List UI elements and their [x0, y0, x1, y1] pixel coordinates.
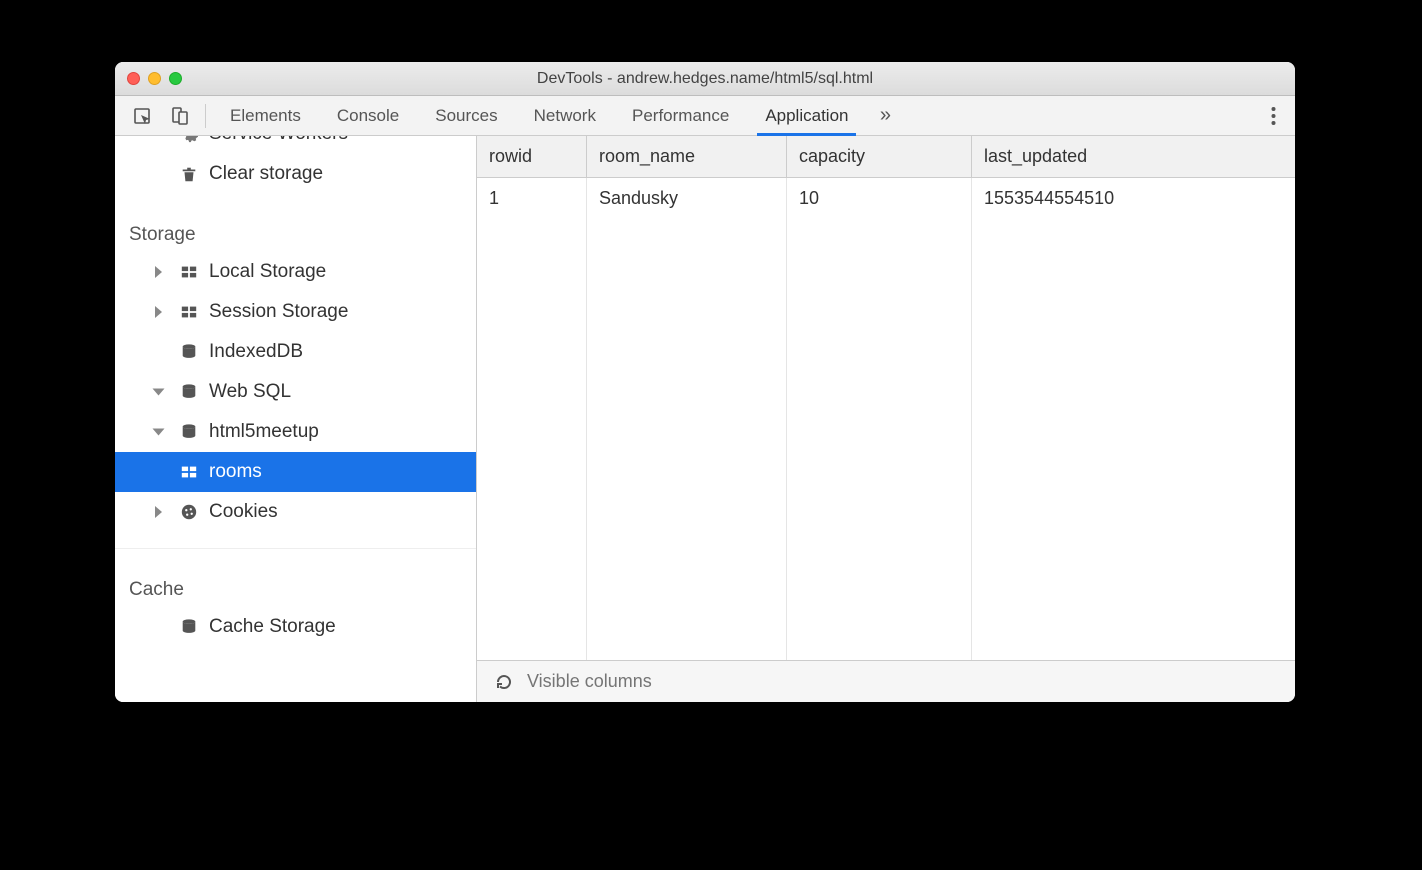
window-title: DevTools - andrew.hedges.name/html5/sql.… — [127, 70, 1283, 88]
table-header: rowid room_name capacity last_updated — [477, 136, 1295, 178]
grid-icon — [179, 302, 199, 322]
chevron-down-icon — [153, 429, 165, 436]
cell-value: 1553544554510 — [984, 188, 1114, 208]
tab-label: Elements — [230, 106, 301, 126]
sidebar-item-label: html5meetup — [209, 421, 319, 443]
visible-columns-input[interactable] — [527, 668, 1279, 696]
grid-icon — [179, 262, 199, 282]
tab-label: Sources — [435, 106, 497, 126]
column-header-last-updated[interactable]: last_updated — [972, 136, 1295, 177]
column-header-rowid[interactable]: rowid — [477, 136, 587, 177]
traffic-lights — [127, 72, 182, 85]
sidebar-item-label: Cache Storage — [209, 616, 336, 638]
tabstrip: Elements Console Sources Network Perform… — [115, 96, 1295, 136]
sidebar-section-cache: Cache — [115, 548, 476, 607]
refresh-icon[interactable] — [493, 671, 515, 693]
table-body: 1 Sandusky 10 1553544554510 — [477, 178, 1295, 660]
column-header-label: last_updated — [984, 146, 1087, 167]
column-header-label: rowid — [489, 146, 532, 167]
sidebar-item-cache-storage[interactable]: Cache Storage — [115, 607, 476, 647]
tab-sources[interactable]: Sources — [417, 96, 515, 135]
kebab-icon[interactable] — [1259, 106, 1287, 126]
cell-value: 1 — [489, 188, 499, 208]
tab-network[interactable]: Network — [516, 96, 614, 135]
table-cell[interactable]: 10 — [787, 178, 972, 660]
devtools-window: DevTools - andrew.hedges.name/html5/sql.… — [115, 62, 1295, 702]
toolbar-divider — [205, 104, 206, 128]
window-body: Service Workers Clear storage Storage Lo… — [115, 136, 1295, 702]
chevron-down-icon — [153, 389, 165, 396]
cookie-icon — [179, 502, 199, 522]
sidebar-item-database[interactable]: html5meetup — [115, 412, 476, 452]
grid-icon — [179, 462, 199, 482]
inspect-icon[interactable] — [127, 101, 157, 131]
sidebar-item-label: Cookies — [209, 501, 278, 523]
gear-icon — [179, 136, 199, 144]
column-header-label: room_name — [599, 146, 695, 167]
sidebar: Service Workers Clear storage Storage Lo… — [115, 136, 477, 702]
tab-label: Application — [765, 106, 848, 126]
footer-toolbar — [477, 660, 1295, 702]
sidebar-item-session-storage[interactable]: Session Storage — [115, 292, 476, 332]
titlebar[interactable]: DevTools - andrew.hedges.name/html5/sql.… — [115, 62, 1295, 96]
sidebar-section-storage: Storage — [115, 194, 476, 252]
sidebar-item-label: Clear storage — [209, 163, 323, 185]
tab-elements[interactable]: Elements — [212, 96, 319, 135]
chevron-right-icon — [155, 306, 162, 318]
sidebar-item-label: Local Storage — [209, 261, 326, 283]
column-header-room-name[interactable]: room_name — [587, 136, 787, 177]
tab-label: Console — [337, 106, 399, 126]
tab-label: Network — [534, 106, 596, 126]
cell-value: Sandusky — [599, 188, 678, 208]
tab-performance[interactable]: Performance — [614, 96, 747, 135]
sidebar-item-web-sql[interactable]: Web SQL — [115, 372, 476, 412]
chevron-right-icon — [155, 506, 162, 518]
zoom-icon[interactable] — [169, 72, 182, 85]
database-icon — [179, 422, 199, 442]
database-icon — [179, 382, 199, 402]
minimize-icon[interactable] — [148, 72, 161, 85]
sidebar-item-label: rooms — [209, 461, 262, 483]
trash-icon — [179, 164, 199, 184]
main-panel: rowid room_name capacity last_updated 1 … — [477, 136, 1295, 702]
sidebar-tree: Service Workers Clear storage Storage Lo… — [115, 136, 476, 647]
table-cell[interactable]: 1 — [477, 178, 587, 660]
more-tabs-icon[interactable]: » — [870, 101, 900, 131]
sidebar-item-label: Web SQL — [209, 381, 291, 403]
sidebar-item-label: Service Workers — [209, 136, 348, 145]
chevron-right-icon — [155, 266, 162, 278]
sidebar-item-label: IndexedDB — [209, 341, 303, 363]
column-header-label: capacity — [799, 146, 865, 167]
sidebar-item-service-workers[interactable]: Service Workers — [115, 136, 476, 154]
sidebar-item-clear-storage[interactable]: Clear storage — [115, 154, 476, 194]
close-icon[interactable] — [127, 72, 140, 85]
sidebar-item-label: Session Storage — [209, 301, 348, 323]
sidebar-item-local-storage[interactable]: Local Storage — [115, 252, 476, 292]
tab-label: Performance — [632, 106, 729, 126]
sidebar-item-indexeddb[interactable]: IndexedDB — [115, 332, 476, 372]
column-header-capacity[interactable]: capacity — [787, 136, 972, 177]
table-cell[interactable]: Sandusky — [587, 178, 787, 660]
device-icon[interactable] — [165, 101, 195, 131]
table-cell[interactable]: 1553544554510 — [972, 178, 1295, 660]
database-icon — [179, 342, 199, 362]
database-icon — [179, 617, 199, 637]
cell-value: 10 — [799, 188, 819, 208]
sidebar-item-table[interactable]: rooms — [115, 452, 476, 492]
tab-application[interactable]: Application — [747, 96, 866, 135]
tab-console[interactable]: Console — [319, 96, 417, 135]
sidebar-item-cookies[interactable]: Cookies — [115, 492, 476, 532]
